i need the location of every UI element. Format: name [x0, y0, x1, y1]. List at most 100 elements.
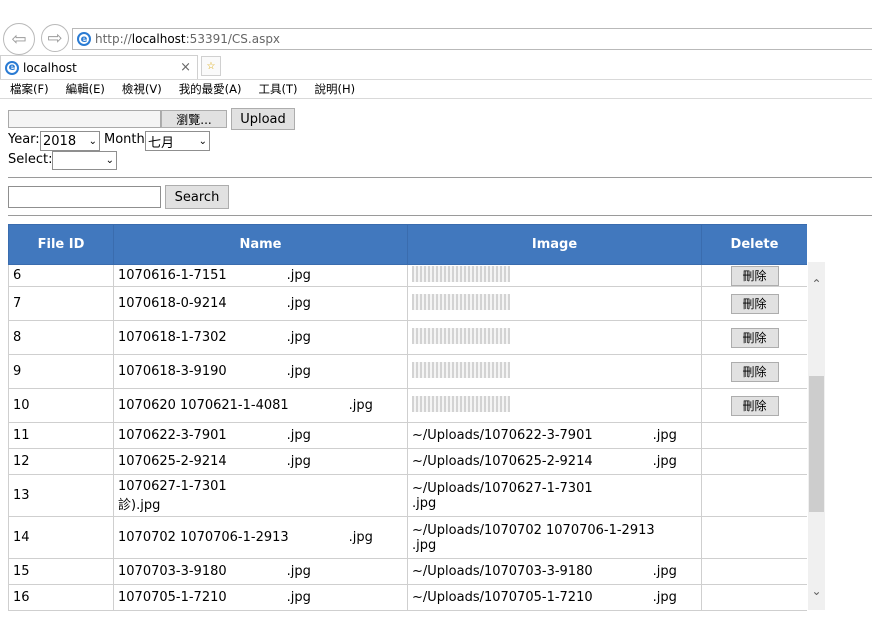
address-bar[interactable]: e http://localhost:53391/CS.aspx	[72, 28, 872, 50]
month-label: Month:	[104, 132, 150, 147]
table-row: 10 1070620 1070621-1-4081 .jpg 刪除	[8, 388, 807, 423]
name-text: 1070703-3-9180	[118, 564, 227, 579]
cell-image: ~/Uploads/1070702 1070706-1-2913 .jpg	[407, 516, 702, 559]
cell-image: ~/Uploads/1070703-3-9180 .jpg	[407, 558, 702, 585]
tab-title: localhost	[23, 60, 77, 75]
select-dropdown[interactable]: ⌄	[52, 151, 117, 170]
image-path: ~/Uploads/1070627-1-7301	[412, 480, 593, 496]
image-thumbnail	[412, 327, 510, 344]
cell-image	[407, 388, 702, 423]
cell-file-id: 8	[8, 320, 114, 355]
browse-button[interactable]: 瀏覽...	[161, 110, 227, 128]
image-path: ~/Uploads/1070703-3-9180	[412, 564, 593, 579]
divider	[8, 177, 872, 178]
chevron-down-icon: ⌄	[105, 155, 114, 166]
cell-name: 1070702 1070706-1-2913 .jpg	[113, 516, 408, 559]
image-ext: .jpg	[652, 454, 677, 469]
cell-name: 1070705-1-7210 .jpg	[113, 584, 408, 611]
search-button[interactable]: Search	[165, 185, 229, 209]
table-row: 13 1070627-1-7301 診).jpg ~/Uploads/1070627-…	[8, 474, 807, 517]
name-text: 1070702 1070706-1-2913	[118, 530, 289, 545]
menu-view[interactable]: 檢視(V)	[112, 81, 169, 97]
cell-name: 1070627-1-7301 診).jpg	[113, 474, 408, 517]
cell-delete	[701, 474, 807, 517]
menu-bar: 檔案(F) 編輯(E) 檢視(V) 我的最愛(A) 工具(T) 說明(H)	[0, 79, 872, 99]
header-image: Image	[407, 224, 702, 265]
name-text: 1070616-1-7151	[118, 268, 227, 283]
cell-name: 1070618-0-9214 .jpg	[113, 286, 408, 321]
forward-icon[interactable]: ⇨	[41, 24, 69, 52]
name-ext: .jpg	[286, 454, 311, 469]
delete-button[interactable]: 刪除	[730, 293, 779, 314]
cell-file-id: 7	[8, 286, 114, 321]
header-delete: Delete	[701, 224, 807, 265]
browser-tab[interactable]: e localhost ×	[0, 55, 198, 79]
month-select[interactable]: 七月 ⌄	[145, 131, 210, 151]
name-ext: .jpg	[286, 330, 311, 345]
tab-close-icon[interactable]: ×	[180, 60, 191, 75]
name-text: 1070618-0-9214	[118, 296, 227, 311]
cell-name: 1070618-3-9190 .jpg	[113, 354, 408, 389]
image-ext: .jpg	[652, 428, 677, 443]
grid-header-row: File ID Name Image Delete	[8, 224, 807, 265]
table-row: 11 1070622-3-7901 .jpg ~/Uploads/1070622-3-…	[8, 422, 807, 449]
cell-name: 1070618-1-7302 .jpg	[113, 320, 408, 355]
menu-edit[interactable]: 編輯(E)	[56, 81, 112, 97]
name-text: 1070625-2-9214	[118, 454, 227, 469]
year-label: Year:	[8, 132, 40, 147]
cell-image: ~/Uploads/1070705-1-7210 .jpg	[407, 584, 702, 611]
ie-tab-icon: e	[5, 60, 19, 75]
menu-file[interactable]: 檔案(F)	[0, 81, 56, 97]
delete-button[interactable]: 刪除	[730, 327, 779, 348]
delete-button[interactable]: 刪除	[730, 265, 779, 286]
search-input[interactable]	[8, 186, 161, 208]
delete-button[interactable]: 刪除	[730, 395, 779, 416]
cell-file-id: 16	[8, 584, 114, 611]
scroll-up-icon[interactable]: ⌃	[808, 275, 825, 292]
name-text: 1070618-1-7302	[118, 330, 227, 345]
scroll-down-icon[interactable]: ⌄	[808, 582, 825, 599]
menu-tools[interactable]: 工具(T)	[249, 81, 305, 97]
name-ext: .jpg	[286, 564, 311, 579]
image-path: ~/Uploads/1070625-2-9214	[412, 454, 593, 469]
name-ext: .jpg	[286, 296, 311, 311]
cell-name: 1070625-2-9214 .jpg	[113, 448, 408, 475]
menu-help[interactable]: 說明(H)	[305, 81, 363, 97]
back-icon[interactable]: ⇦	[3, 23, 35, 55]
upload-button[interactable]: Upload	[231, 108, 295, 130]
year-select[interactable]: 2018 ⌄	[40, 131, 100, 151]
cell-image	[407, 320, 702, 355]
image-thumbnail	[412, 361, 510, 378]
cell-delete	[701, 448, 807, 475]
name-ext: .jpg	[286, 268, 311, 283]
name-ext: .jpg	[348, 530, 373, 545]
cell-file-id: 12	[8, 448, 114, 475]
image-ext: .jpg	[652, 564, 677, 579]
image-ext: .jpg	[652, 590, 677, 605]
name-text: 1070620 1070621-1-4081	[118, 398, 289, 413]
new-tab-icon[interactable]: ☆	[201, 56, 221, 76]
cell-delete	[701, 558, 807, 585]
file-path-field[interactable]	[8, 110, 161, 128]
table-row: 15 1070703-3-9180 .jpg ~/Uploads/1070703-3-…	[8, 558, 807, 585]
scrollbar-thumb[interactable]	[809, 376, 824, 512]
image-path: ~/Uploads/1070622-3-7901	[412, 428, 593, 443]
chevron-down-icon: ⌄	[198, 135, 207, 147]
cell-image: ~/Uploads/1070622-3-7901 .jpg	[407, 422, 702, 449]
cell-delete	[701, 422, 807, 449]
name-text: 1070705-1-7210	[118, 590, 227, 605]
cell-delete: 刪除	[701, 354, 807, 389]
image-thumbnail	[412, 395, 510, 412]
delete-button[interactable]: 刪除	[730, 361, 779, 382]
name-text: 1070618-3-9190	[118, 364, 227, 379]
url-text: http://localhost:53391/CS.aspx	[95, 32, 281, 46]
table-row: 6 1070616-1-7151 .jpg 刪除	[8, 264, 807, 287]
table-row: 14 1070702 1070706-1-2913 .jpg ~/Uploads/10…	[8, 516, 807, 559]
menu-favorites[interactable]: 我的最愛(A)	[169, 81, 249, 97]
select-label: Select:	[8, 152, 53, 167]
name-ext: .jpg	[286, 364, 311, 379]
name-ext: .jpg	[286, 590, 311, 605]
cell-image	[407, 354, 702, 389]
header-name: Name	[113, 224, 408, 265]
cell-file-id: 9	[8, 354, 114, 389]
